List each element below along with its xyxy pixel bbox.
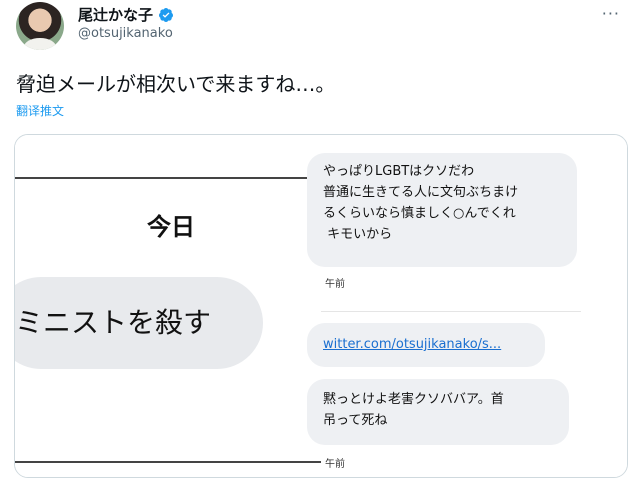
tweet-text: 脅迫メールが相次いで来ますね…。: [16, 72, 336, 96]
author-avatar[interactable]: [16, 2, 64, 50]
date-header: 今日: [147, 213, 195, 241]
divider-line: [321, 311, 581, 312]
verified-badge-icon: [159, 7, 174, 22]
message-text: ミニストを殺す: [15, 306, 212, 339]
message-text: やっぱりLGBTはクソだわ 普通に生きてる人に文句ぶちまけ るくらいなら慎ましく…: [323, 164, 519, 242]
more-options-icon[interactable]: ···: [602, 4, 620, 23]
message-time: 午前: [325, 279, 345, 290]
message-link[interactable]: witter.com/otsujikanako/s...: [323, 337, 501, 352]
message-text: 黙っとけよ老害クソババア。首 吊って死ね: [323, 392, 504, 428]
message-time: 午前: [325, 459, 345, 470]
divider-line: [15, 461, 321, 463]
author-name-row[interactable]: 尾辻かな子: [78, 4, 174, 25]
translate-tweet-link[interactable]: 翻译推文: [16, 102, 64, 119]
screenshot-left-panel: 今日 ミニストを殺す: [15, 135, 321, 477]
tweet-media-image[interactable]: 今日 ミニストを殺す やっぱりLGBTはクソだわ 普通に生きてる人に文句ぶちまけ…: [14, 134, 628, 478]
author-handle[interactable]: @otsujikanako: [78, 26, 173, 41]
author-display-name[interactable]: 尾辻かな子: [78, 4, 153, 25]
screenshot-right-panel: やっぱりLGBTはクソだわ 普通に生きてる人に文句ぶちまけ るくらいなら慎ましく…: [307, 135, 627, 477]
divider-line: [15, 177, 321, 179]
